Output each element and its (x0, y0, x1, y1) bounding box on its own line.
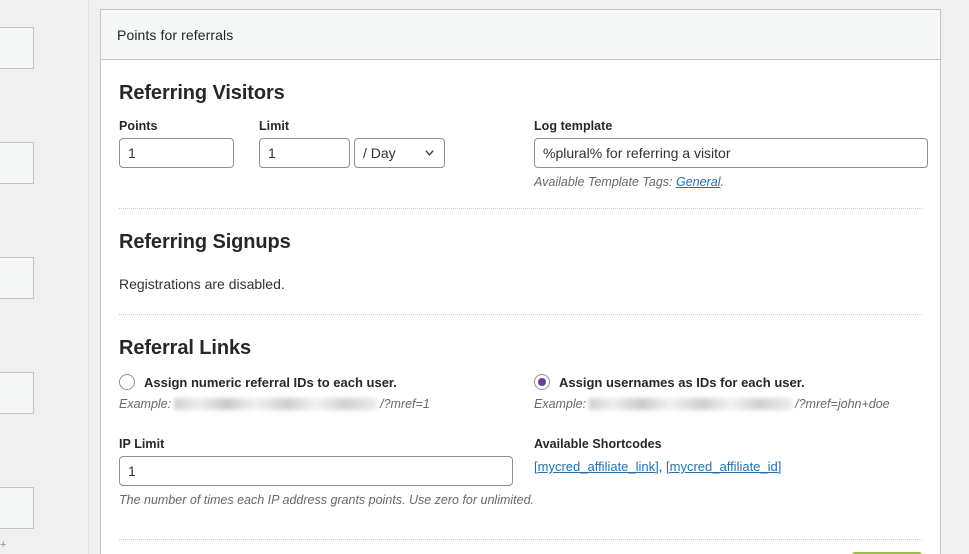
numeric-ids-example: Example: /?mref=1 (119, 397, 534, 411)
right-gutter (948, 0, 969, 554)
limit-label: Limit (259, 119, 290, 133)
shortcodes-group: Available Shortcodes [mycred_affiliate_l… (534, 437, 942, 474)
panel-title: Points for referrals (117, 26, 234, 43)
available-shortcodes-label: Available Shortcodes (534, 437, 662, 451)
numeric-example-redacted-url (174, 398, 378, 410)
template-tags-general-link[interactable]: General (676, 175, 720, 189)
collapsed-panel-1[interactable] (0, 27, 34, 69)
radio-numeric-ids[interactable] (119, 374, 135, 390)
username-id-option-group: Assign usernames as IDs for each user. E… (534, 360, 942, 411)
log-template-group: Log template Available Template Tags: Ge… (534, 119, 942, 189)
chevron-down-icon (425, 150, 434, 156)
limit-field-group: Limit / Day (259, 119, 445, 168)
shortcode-affiliate-id[interactable]: [mycred_affiliate_id] (666, 459, 781, 474)
shortcode-separator: , (658, 459, 666, 474)
ip-limit-group: IP Limit The number of times each IP add… (119, 437, 534, 507)
section-heading-referring-signups: Referring Signups (119, 231, 291, 253)
numeric-example-suffix: /?mref=1 (380, 397, 430, 411)
collapsed-panel-5[interactable] (0, 487, 34, 529)
referring-visitors-fields: Points Limit / Day (119, 119, 928, 189)
divider-1 (119, 208, 922, 209)
available-template-tags: Available Template Tags: General. (534, 175, 942, 189)
template-tags-suffix: . (720, 175, 724, 189)
log-template-input[interactable] (534, 138, 928, 168)
radio-username-ids-label: Assign usernames as IDs for each user. (559, 374, 805, 390)
ip-limit-label: IP Limit (119, 437, 165, 451)
shortcode-list: [mycred_affiliate_link], [mycred_affilia… (534, 459, 942, 474)
log-template-label: Log template (534, 119, 613, 133)
panel-header[interactable]: Points for referrals (101, 10, 940, 60)
limit-period-select[interactable]: / Day (354, 138, 445, 168)
hook-settings-panel: Points for referrals Referring Visitors … (100, 9, 941, 554)
collapsed-panel-2[interactable] (0, 142, 34, 184)
section-heading-referral-links: Referral Links (119, 337, 251, 359)
ip-limit-and-shortcodes: IP Limit The number of times each IP add… (119, 437, 922, 507)
divider-3 (119, 539, 922, 540)
section-heading-referring-visitors: Referring Visitors (119, 82, 285, 104)
shortcode-affiliate-link[interactable]: [mycred_affiliate_link] (534, 459, 659, 474)
points-field-group: Points (119, 119, 234, 168)
numeric-id-option-group: Assign numeric referral IDs to each user… (119, 360, 534, 411)
referral-link-options: Assign numeric referral IDs to each user… (119, 360, 922, 411)
username-example-redacted-url (589, 398, 793, 410)
divider-2 (119, 314, 922, 315)
username-example-suffix: /?mref=john+doe (795, 397, 890, 411)
radio-row-username-ids[interactable]: Assign usernames as IDs for each user. (534, 374, 942, 390)
radio-row-numeric-ids[interactable]: Assign numeric referral IDs to each user… (119, 374, 534, 390)
username-example-prefix: Example: (534, 397, 587, 411)
username-ids-example: Example: /?mref=john+doe (534, 397, 942, 411)
points-label: Points (119, 119, 158, 133)
referring-visitors-left-column: Points Limit / Day (119, 119, 534, 168)
template-tags-prefix: Available Template Tags: (534, 175, 676, 189)
radio-username-ids[interactable] (534, 374, 550, 390)
points-input[interactable] (119, 138, 234, 168)
ip-limit-input[interactable] (119, 456, 513, 486)
panel-body: Referring Visitors Points Limit (101, 82, 940, 554)
limit-period-value: / Day (363, 145, 396, 161)
radio-numeric-ids-label: Assign numeric referral IDs to each user… (144, 374, 397, 390)
gutter-divider (88, 0, 89, 554)
screen: + Points for referrals Referring Visitor… (0, 0, 969, 554)
numeric-example-prefix: Example: (119, 397, 172, 411)
ip-limit-help-text: The number of times each IP address gran… (119, 493, 535, 507)
limit-input[interactable] (259, 138, 350, 168)
left-gutter: + (0, 0, 88, 554)
collapsed-panel-4[interactable] (0, 372, 34, 414)
collapsed-panel-3[interactable] (0, 257, 34, 299)
registrations-disabled-message: Registrations are disabled. (119, 276, 285, 292)
plus-icon: + (0, 539, 7, 551)
